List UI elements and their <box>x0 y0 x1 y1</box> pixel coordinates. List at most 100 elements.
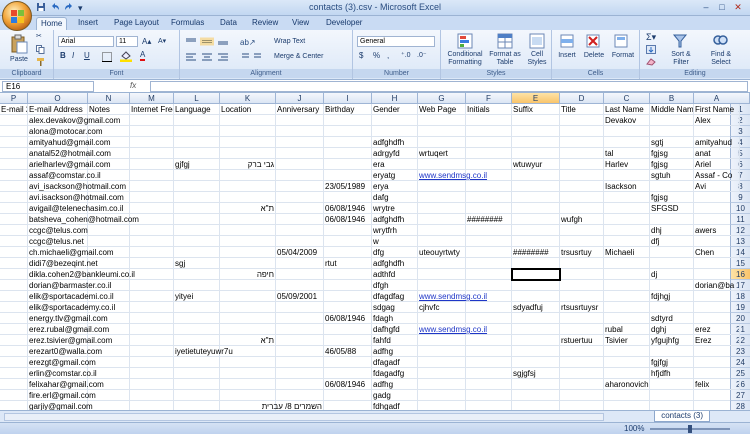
cell-j14[interactable]: 05/04/2009 <box>276 247 324 258</box>
cell-c22[interactable]: Tsivier <box>604 335 650 346</box>
format-as-table-icon[interactable] <box>497 33 513 49</box>
cell-b9[interactable]: fgjsg <box>650 192 694 203</box>
autosum-icon[interactable]: Σ▾ <box>646 33 656 42</box>
tab-page-layout[interactable]: Page Layout <box>110 17 163 30</box>
cell-k16[interactable]: חיפה <box>220 269 276 280</box>
font-size-select[interactable]: 11 <box>116 36 138 47</box>
cell-i8[interactable]: 23/05/1989 <box>324 181 372 192</box>
close-button[interactable]: ✕ <box>730 2 746 13</box>
cell-o22[interactable]: erez.tsivier@gmail.com <box>28 335 130 346</box>
cell-h20[interactable]: fdagh <box>372 313 418 324</box>
cell-styles-button[interactable]: Cell Styles <box>523 51 551 67</box>
cell-o13[interactable]: ccgc@telus.net <box>28 236 130 247</box>
cell-h23[interactable]: adfhg <box>372 346 418 357</box>
column-header-o[interactable]: O <box>28 93 88 104</box>
borders-icon[interactable] <box>102 52 112 62</box>
cell-b24[interactable]: fgjfgj <box>650 357 694 368</box>
paste-icon[interactable] <box>10 34 28 54</box>
cell-a17[interactable]: dorian@ba <box>694 280 740 291</box>
cell-h17[interactable]: dfgh <box>372 280 418 291</box>
field-header-cell[interactable]: Language <box>174 104 220 115</box>
tab-view[interactable]: View <box>288 17 313 30</box>
cell-b5[interactable]: fgjsg <box>650 148 694 159</box>
increase-decimal-icon[interactable]: ⁺.0 <box>401 52 411 60</box>
cell-e19[interactable]: sdyadfuj <box>512 302 560 313</box>
worksheet-grid[interactable]: PONMLKJIHGFEDCBA1E-mail 2 AddressE-mail … <box>0 93 750 410</box>
cell-b12[interactable]: dhj <box>650 225 694 236</box>
column-header-d[interactable]: D <box>560 93 604 104</box>
cell-h21[interactable]: dafhgfd <box>372 324 418 335</box>
grow-font-icon[interactable]: A▴ <box>142 38 151 46</box>
cell-c6[interactable]: Harlev <box>604 159 650 170</box>
name-box[interactable]: E16 <box>2 81 94 92</box>
column-header-e[interactable]: E <box>512 93 560 104</box>
find-select-button[interactable]: Find & Select <box>704 51 738 67</box>
insert-function-button[interactable]: fx <box>130 81 136 90</box>
cell-h22[interactable]: fahfd <box>372 335 418 346</box>
tab-home[interactable]: Home <box>36 17 68 30</box>
cell-a21[interactable]: erez <box>694 324 740 335</box>
cell-c14[interactable]: Michaeli <box>604 247 650 258</box>
cell-o10[interactable]: avigail@telenechasim.co.il <box>28 203 174 214</box>
cell-o17[interactable]: dorian@barmaster.co.il <box>28 280 130 291</box>
cell-i15[interactable]: rtut <box>324 258 372 269</box>
cell-a5[interactable]: anat <box>694 148 740 159</box>
cell-o16[interactable]: dikla.cohen2@bankleumi.co.il <box>28 269 174 280</box>
field-header-cell[interactable]: Last Name <box>604 104 650 115</box>
sort-filter-button[interactable]: Sort & Filter <box>666 51 696 67</box>
insert-cells-icon[interactable] <box>560 34 574 48</box>
row-header[interactable]: 25 <box>730 368 750 379</box>
column-header-l[interactable]: L <box>174 93 220 104</box>
cell-k6[interactable]: גבי ברק <box>220 159 276 170</box>
cell-b4[interactable]: sgtj <box>650 137 694 148</box>
cell-l6[interactable]: gjfgj <box>174 159 220 170</box>
cell-a12[interactable]: awers <box>694 225 740 236</box>
column-header-h[interactable]: H <box>372 93 418 104</box>
underline-button[interactable]: U <box>84 52 90 60</box>
orientation-icon[interactable]: ab↗ <box>238 37 264 46</box>
cell-c21[interactable]: rubal <box>604 324 650 335</box>
row-header[interactable]: 27 <box>730 390 750 401</box>
cell-c2[interactable]: Devakov <box>604 115 650 126</box>
tab-insert[interactable]: Insert <box>74 17 102 30</box>
cell-l15[interactable]: sgj <box>174 258 220 269</box>
column-header-g[interactable]: G <box>418 93 466 104</box>
cell-g19[interactable]: cjhvfc <box>418 302 466 313</box>
column-header-f[interactable]: F <box>466 93 512 104</box>
cell-o26[interactable]: felixahar@gmail.com <box>28 379 130 390</box>
cell-d19[interactable]: rtsusrtuysr <box>560 302 650 313</box>
italic-button[interactable]: I <box>72 52 74 60</box>
cell-b21[interactable]: dghj <box>650 324 694 335</box>
cell-h27[interactable]: gadg <box>372 390 418 401</box>
column-header-i[interactable]: I <box>324 93 372 104</box>
cell-o9[interactable]: avi.isackson@hotmail.com <box>28 192 174 203</box>
zoom-thumb[interactable] <box>688 425 692 433</box>
cell-i23[interactable]: 46/05/88 <box>324 346 372 357</box>
row-header[interactable]: 28 <box>730 401 750 410</box>
row-header[interactable]: 3 <box>730 126 750 137</box>
cell-o24[interactable]: erezgt@gmail.com <box>28 357 130 368</box>
field-header-cell[interactable]: E-mail 2 Address <box>0 104 28 115</box>
cell-h4[interactable]: adfghdfh <box>372 137 418 148</box>
wrap-text-button[interactable]: Wrap Text <box>274 38 305 46</box>
column-header-c[interactable]: C <box>604 93 650 104</box>
cell-o8[interactable]: avi_isackson@hotmail.com <box>28 181 174 192</box>
cell-h7[interactable]: eryatg <box>372 170 418 181</box>
cell-e14[interactable]: ######## <box>512 247 560 258</box>
field-header-cell[interactable]: Location <box>220 104 276 115</box>
clear-icon[interactable] <box>646 57 656 66</box>
cell-j18[interactable]: 05/09/2001 <box>276 291 324 302</box>
field-header-cell[interactable]: Middle Name <box>650 104 694 115</box>
cell-o19[interactable]: elik@sportacademy.co.il <box>28 302 130 313</box>
row-header[interactable]: 19 <box>730 302 750 313</box>
format-as-table-button[interactable]: Format as Table <box>489 51 521 67</box>
field-header-cell[interactable]: Notes <box>88 104 130 115</box>
currency-button[interactable]: $ <box>359 52 363 60</box>
font-color-icon[interactable]: A <box>140 51 146 61</box>
cell-a7[interactable]: Assaf - Co <box>694 170 740 181</box>
cell-i10[interactable]: 06/08/1946 <box>324 203 372 214</box>
cell-h16[interactable]: adthfd <box>372 269 418 280</box>
cell-o6[interactable]: arielharlev@gmail.com <box>28 159 130 170</box>
cell-a4[interactable]: amityahud <box>694 137 740 148</box>
indent-icon[interactable] <box>238 52 264 61</box>
